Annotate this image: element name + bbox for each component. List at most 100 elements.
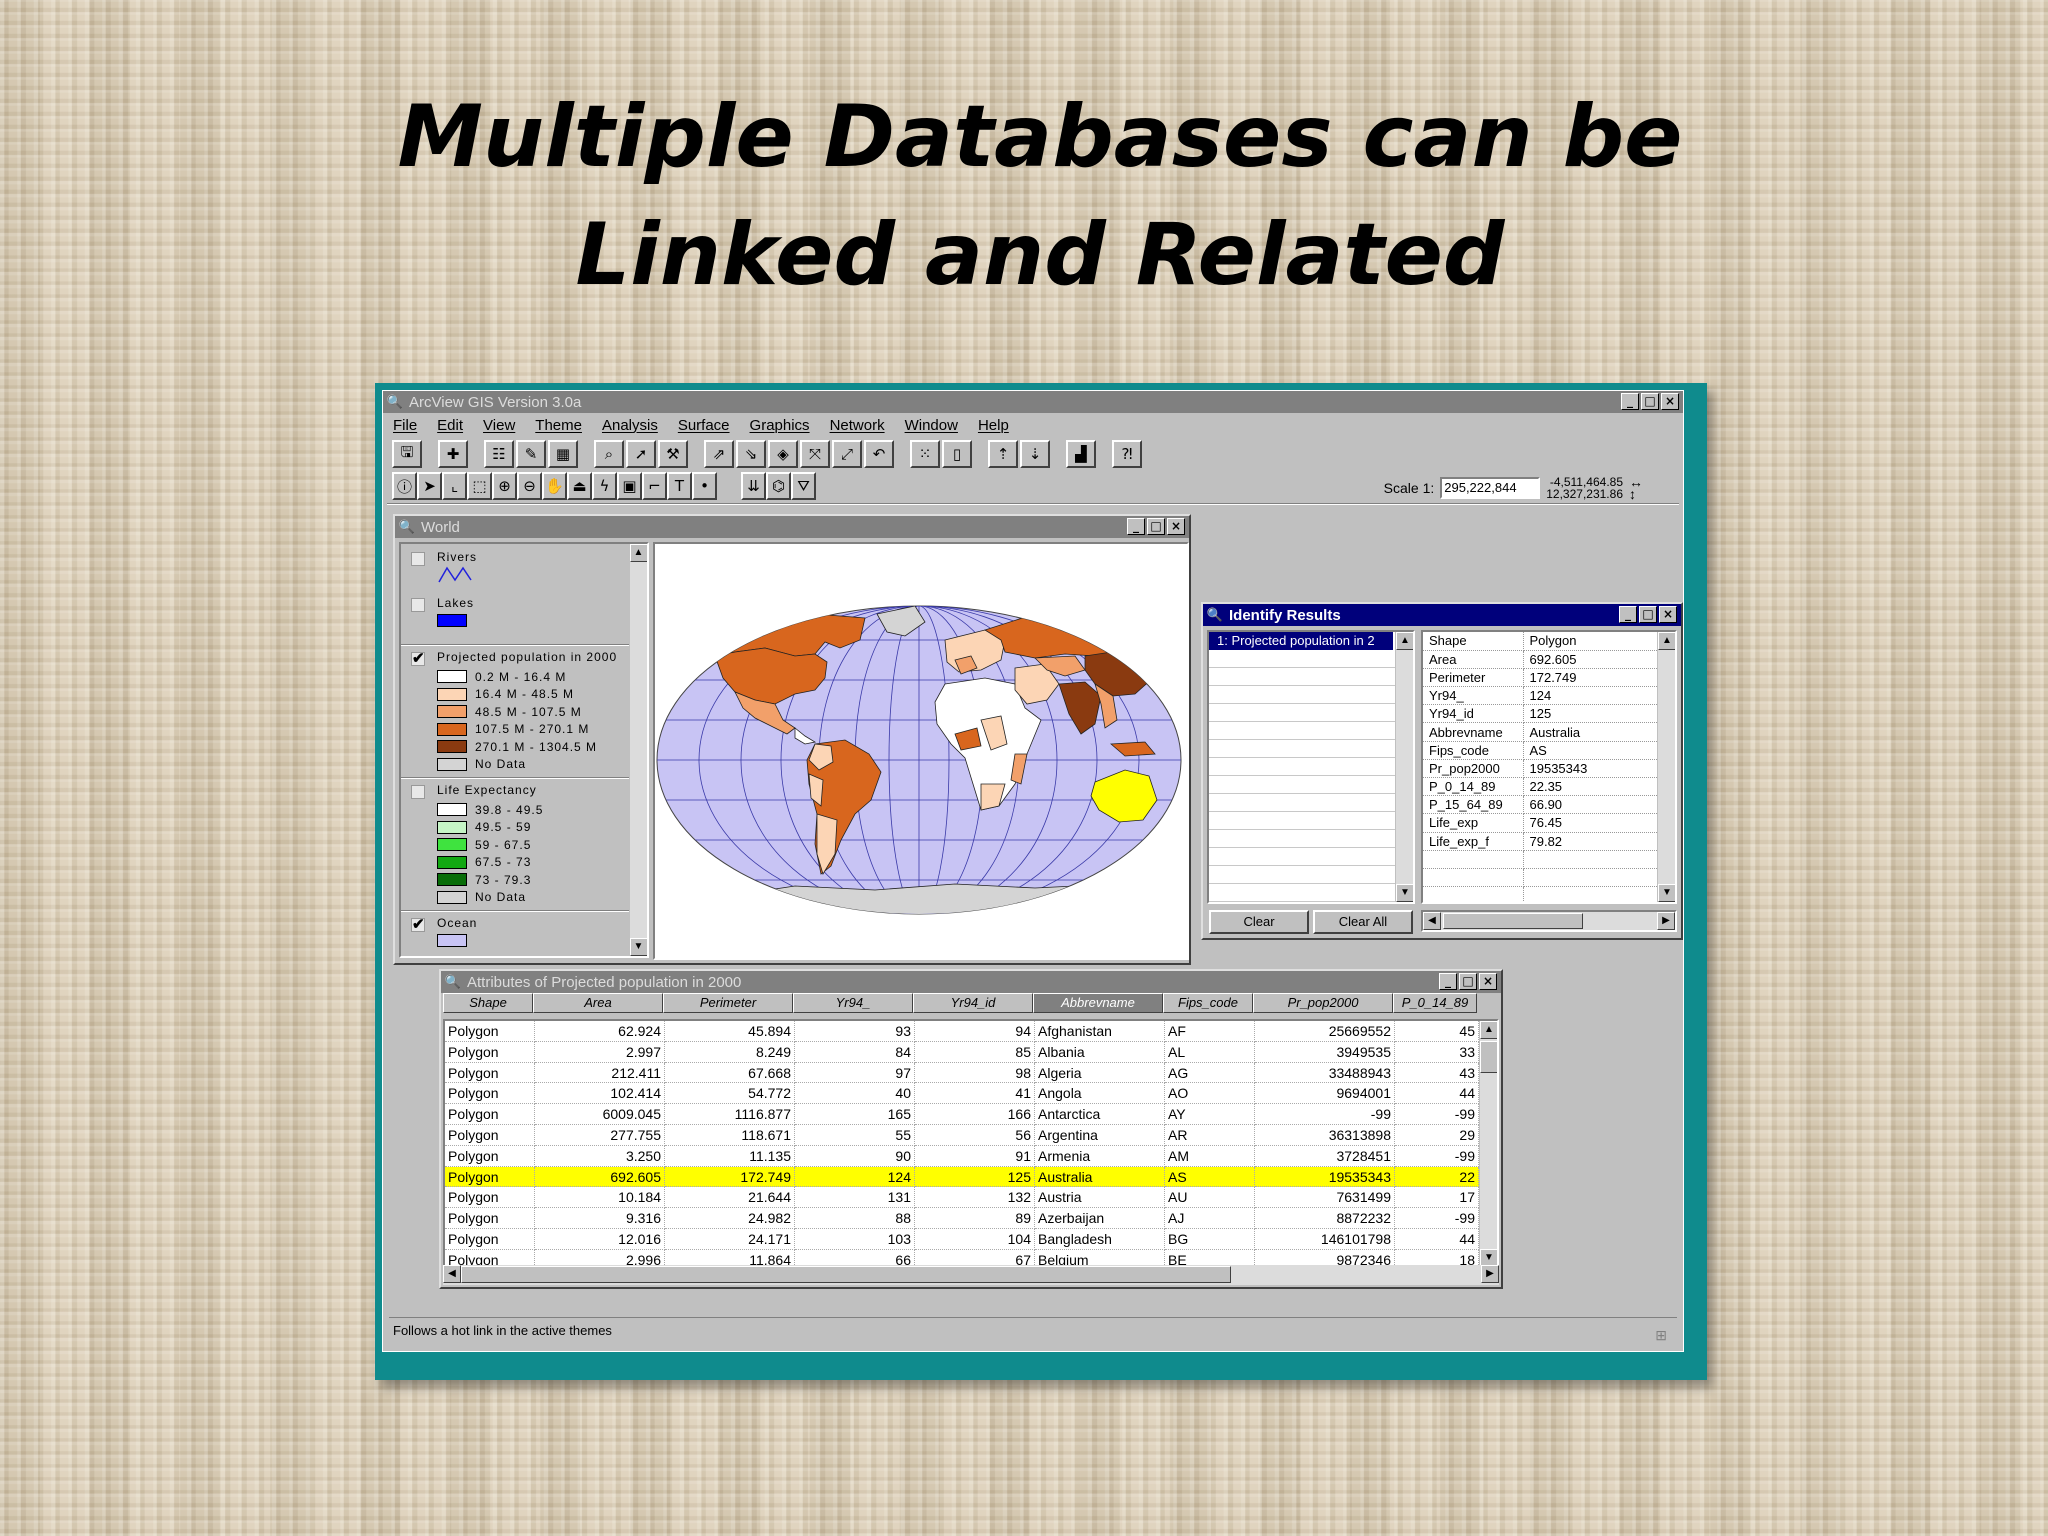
theme-properties-icon[interactable]: ☷ [484, 440, 514, 468]
zoom-full-extent-icon[interactable]: ⇗ [704, 440, 734, 468]
identify-field-row[interactable]: Life_exp 76.45 [1423, 813, 1659, 833]
zoom-in-tool-icon[interactable]: ⊕ [492, 472, 517, 500]
ocean-checkbox[interactable]: ✔ [411, 917, 425, 932]
help-icon[interactable]: ⁈ [1112, 440, 1142, 468]
identify-field-row[interactable]: P_15_64_89 66.90 [1423, 795, 1659, 815]
column-header-area[interactable]: Area [533, 993, 663, 1013]
table-hscrollbar[interactable]: ◀ ▶ [443, 1265, 1499, 1285]
menu-window[interactable]: Window [905, 417, 958, 434]
table-row[interactable]: Polygon 9.316 24.982 88 89 Azerbaijan AJ 887223… [445, 1208, 1479, 1229]
identify-results-window[interactable]: 🔍 Identify Results _ □ × 1: Projected po… [1201, 602, 1683, 940]
menu-help[interactable]: Help [978, 417, 1009, 434]
world-minimize-button[interactable]: _ [1127, 518, 1145, 535]
identify-field-row[interactable]: P_0_14_89 22.35 [1423, 777, 1659, 797]
locate-address-icon[interactable]: ➚ [626, 440, 656, 468]
close-button[interactable]: × [1661, 393, 1679, 410]
zoom-in-icon[interactable]: ⤧ [800, 440, 830, 468]
table-row[interactable]: Polygon 6009.045 1116.877 165 166 Antarctica A… [445, 1104, 1479, 1125]
send-to-back-icon[interactable]: ⇣ [1020, 440, 1050, 468]
life-checkbox[interactable] [411, 785, 425, 799]
clear-button[interactable]: Clear [1209, 910, 1309, 934]
hscroll-left-icon[interactable]: ◀ [1423, 912, 1441, 930]
menu-theme[interactable]: Theme [535, 417, 582, 434]
draw-point-icon[interactable]: • [692, 472, 717, 500]
world-map[interactable] [655, 544, 1187, 958]
attributes-maximize-button[interactable]: □ [1459, 973, 1477, 990]
network-icon[interactable]: ⛛ [791, 472, 816, 500]
zoom-selected-icon[interactable]: ◈ [768, 440, 798, 468]
table-row[interactable]: Polygon 10.184 21.644 131 132 Austria AU 763149… [445, 1187, 1479, 1209]
pointer-tool-icon[interactable]: ➤ [417, 472, 442, 500]
table-scroll-right-icon[interactable]: ▶ [1481, 1265, 1499, 1283]
find-icon[interactable]: ⌕ [594, 440, 624, 468]
theme-population[interactable]: ✔ Projected population in 2000 0.2 M - 1… [401, 650, 647, 773]
menu-surface[interactable]: Surface [678, 417, 730, 434]
add-theme-icon[interactable]: ✚ [438, 440, 468, 468]
identify-maximize-button[interactable]: □ [1639, 606, 1657, 623]
pan-hand-icon[interactable]: ✋ [542, 472, 567, 500]
identify-tool-icon[interactable]: ⓘ [392, 472, 417, 500]
grid-scroll-up-icon[interactable]: ▲ [1658, 632, 1675, 650]
identify-field-row[interactable]: Fips_code AS [1423, 741, 1659, 760]
clear-all-button[interactable]: Clear All [1313, 910, 1413, 934]
world-view-window[interactable]: 🔍 World _ □ × Rivers Lakes ✔ Projected p… [393, 514, 1191, 965]
theme-rivers[interactable]: Rivers [401, 550, 647, 596]
population-checkbox[interactable]: ✔ [411, 651, 425, 666]
identify-field-row[interactable]: Abbrevname Australia [1423, 722, 1659, 742]
identify-list-scrollbar[interactable]: ▲ ▼ [1395, 632, 1413, 902]
vertex-edit-icon[interactable]: ⌞ [442, 472, 467, 500]
identify-field-row[interactable]: Area 692.605 [1423, 650, 1659, 669]
identify-minimize-button[interactable]: _ [1619, 606, 1637, 623]
attribute-grid-scrollbar[interactable]: ▲ ▼ [1657, 632, 1675, 902]
table-vscrollbar[interactable]: ▲ ▼ [1479, 1021, 1497, 1267]
column-header-shape[interactable]: Shape [443, 993, 533, 1013]
identify-field-row[interactable]: Life_exp_f 79.82 [1423, 832, 1659, 851]
table-row[interactable]: Polygon 12.016 24.171 103 104 Bangladesh BG 146… [445, 1228, 1479, 1250]
world-close-button[interactable]: × [1167, 518, 1185, 535]
list-scroll-up-icon[interactable]: ▲ [1396, 632, 1413, 650]
clear-selection-icon[interactable]: ▯ [942, 440, 972, 468]
identify-feature-list[interactable]: 1: Projected population in 2 ▲ ▼ [1207, 630, 1415, 904]
column-header-pr_pop2000[interactable]: Pr_pop2000 [1253, 993, 1393, 1013]
identify-field-row[interactable]: Yr94_ 124 [1423, 686, 1659, 706]
table-row[interactable]: Polygon 62.924 45.894 93 94 Afghanistan AF 2566… [445, 1021, 1479, 1042]
world-maximize-button[interactable]: □ [1147, 518, 1165, 535]
world-titlebar[interactable]: 🔍 World _ □ × [395, 516, 1189, 538]
identify-list-item[interactable]: 1: Projected population in 2 [1209, 632, 1393, 650]
identify-field-row[interactable]: Shape Polygon [1423, 632, 1659, 651]
zoom-out-icon[interactable]: ⤢ [832, 440, 862, 468]
table-scroll-up-icon[interactable]: ▲ [1480, 1021, 1497, 1039]
move-to-front-icon[interactable]: ⇡ [988, 440, 1018, 468]
column-header-p_0_14_89[interactable]: P_0_14_89 [1393, 993, 1477, 1013]
hotlink-icon[interactable]: ϟ [592, 472, 617, 500]
column-header-perimeter[interactable]: Perimeter [663, 993, 793, 1013]
toc-scroll-up-icon[interactable]: ▲ [630, 544, 647, 562]
table-vscroll-thumb[interactable] [1480, 1041, 1497, 1073]
theme-lakes[interactable]: Lakes [401, 596, 647, 640]
table-row[interactable]: Polygon 102.414 54.772 40 41 Angola AO 9694001 4… [445, 1083, 1479, 1105]
identify-field-row[interactable]: Perimeter 172.749 [1423, 668, 1659, 688]
table-row[interactable]: Polygon 3.250 11.135 90 91 Armenia AM 3728451 -9… [445, 1145, 1479, 1167]
open-table-icon[interactable]: ▦ [548, 440, 578, 468]
attribute-grid-hscrollbar[interactable]: ◀ ▶ [1421, 910, 1677, 932]
identify-titlebar[interactable]: 🔍 Identify Results _ □ × [1203, 604, 1681, 626]
save-project-icon[interactable]: 🖫 [392, 440, 422, 468]
table-row[interactable]: Polygon 2.997 8.249 84 85 Albania AL 3949535 33 [445, 1041, 1479, 1063]
attributes-titlebar[interactable]: 🔍 Attributes of Projected population in … [441, 971, 1501, 993]
zoom-out-tool-icon[interactable]: ⊖ [517, 472, 542, 500]
snap-icon[interactable]: ⇊ [741, 472, 766, 500]
menu-file[interactable]: File [393, 417, 417, 434]
menu-analysis[interactable]: Analysis [602, 417, 658, 434]
table-body[interactable]: Polygon 62.924 45.894 93 94 Afghanistan AF 2566… [443, 1019, 1499, 1269]
text-tool-icon[interactable]: T [667, 472, 692, 500]
app-titlebar[interactable]: 🔍 ArcView GIS Version 3.0a _ □ × [383, 391, 1683, 413]
grid-scroll-down-icon[interactable]: ▼ [1658, 884, 1675, 902]
select-feature-tool-icon[interactable]: ⬚ [467, 472, 492, 500]
column-header-abbrevname[interactable]: Abbrevname [1033, 993, 1163, 1013]
lakes-checkbox[interactable] [411, 598, 425, 612]
measure-icon[interactable]: ⏏ [567, 472, 592, 500]
map-display[interactable] [653, 542, 1189, 960]
attributes-close-button[interactable]: × [1479, 973, 1497, 990]
label-tool-icon[interactable]: ⌐ [642, 472, 667, 500]
select-features-icon[interactable]: ⁙ [910, 440, 940, 468]
